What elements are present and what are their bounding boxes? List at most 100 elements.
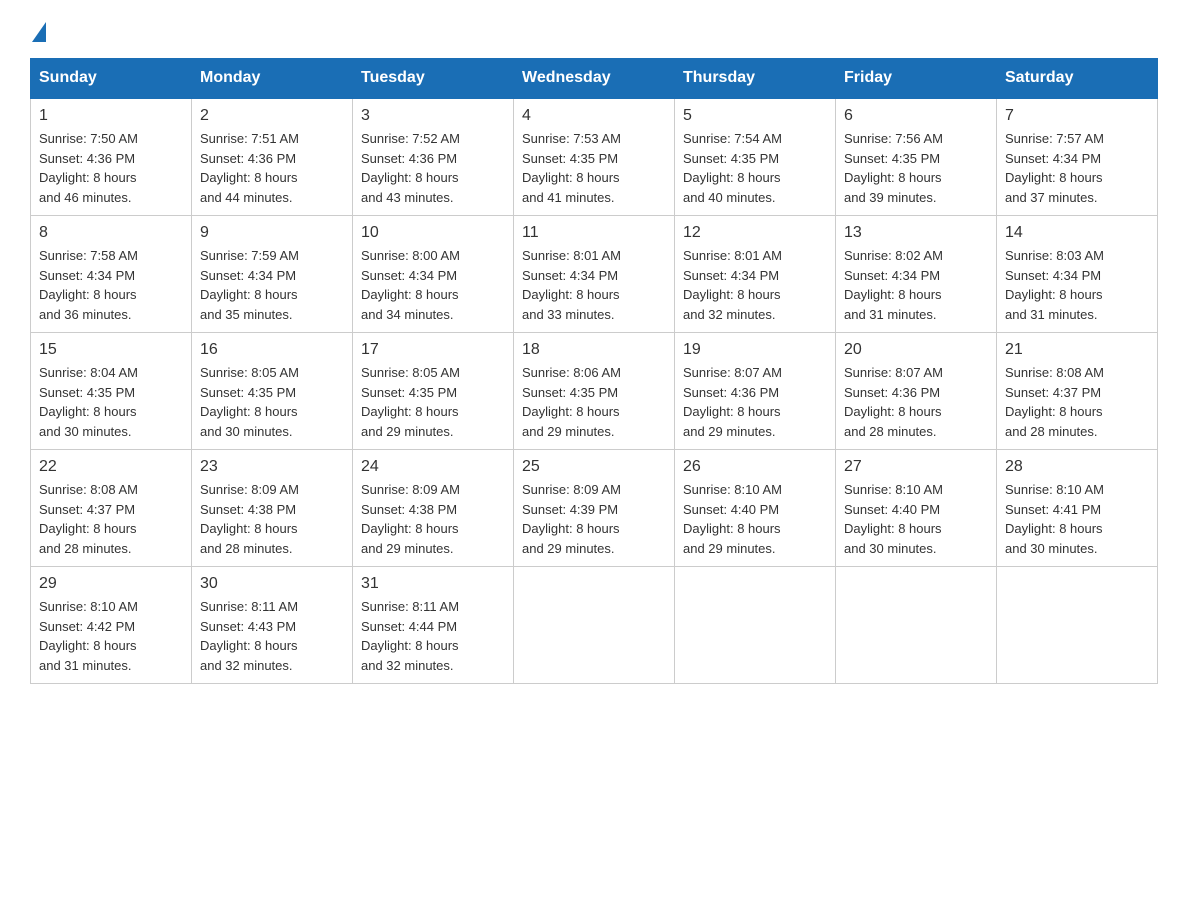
day-number: 18 (522, 341, 666, 359)
calendar-cell: 9 Sunrise: 7:59 AMSunset: 4:34 PMDayligh… (192, 216, 353, 333)
column-header-saturday: Saturday (997, 59, 1158, 99)
day-info: Sunrise: 7:52 AMSunset: 4:36 PMDaylight:… (361, 131, 460, 205)
day-info: Sunrise: 7:56 AMSunset: 4:35 PMDaylight:… (844, 131, 943, 205)
day-info: Sunrise: 7:53 AMSunset: 4:35 PMDaylight:… (522, 131, 621, 205)
day-number: 21 (1005, 341, 1149, 359)
calendar-cell: 1 Sunrise: 7:50 AMSunset: 4:36 PMDayligh… (31, 98, 192, 216)
day-info: Sunrise: 7:57 AMSunset: 4:34 PMDaylight:… (1005, 131, 1104, 205)
calendar-cell: 25 Sunrise: 8:09 AMSunset: 4:39 PMDaylig… (514, 450, 675, 567)
day-number: 27 (844, 458, 988, 476)
calendar-cell: 12 Sunrise: 8:01 AMSunset: 4:34 PMDaylig… (675, 216, 836, 333)
day-number: 31 (361, 575, 505, 593)
day-number: 29 (39, 575, 183, 593)
day-number: 4 (522, 107, 666, 125)
calendar-cell: 18 Sunrise: 8:06 AMSunset: 4:35 PMDaylig… (514, 333, 675, 450)
column-header-sunday: Sunday (31, 59, 192, 99)
calendar-cell: 22 Sunrise: 8:08 AMSunset: 4:37 PMDaylig… (31, 450, 192, 567)
calendar-cell: 24 Sunrise: 8:09 AMSunset: 4:38 PMDaylig… (353, 450, 514, 567)
day-info: Sunrise: 8:00 AMSunset: 4:34 PMDaylight:… (361, 248, 460, 322)
day-number: 13 (844, 224, 988, 242)
calendar-week-row: 29 Sunrise: 8:10 AMSunset: 4:42 PMDaylig… (31, 567, 1158, 684)
calendar-cell: 17 Sunrise: 8:05 AMSunset: 4:35 PMDaylig… (353, 333, 514, 450)
calendar-week-row: 15 Sunrise: 8:04 AMSunset: 4:35 PMDaylig… (31, 333, 1158, 450)
day-info: Sunrise: 8:10 AMSunset: 4:42 PMDaylight:… (39, 599, 138, 673)
logo (30, 20, 46, 38)
day-info: Sunrise: 8:01 AMSunset: 4:34 PMDaylight:… (522, 248, 621, 322)
calendar-cell: 13 Sunrise: 8:02 AMSunset: 4:34 PMDaylig… (836, 216, 997, 333)
day-number: 5 (683, 107, 827, 125)
day-number: 26 (683, 458, 827, 476)
calendar-week-row: 22 Sunrise: 8:08 AMSunset: 4:37 PMDaylig… (31, 450, 1158, 567)
day-info: Sunrise: 8:09 AMSunset: 4:39 PMDaylight:… (522, 482, 621, 556)
day-info: Sunrise: 8:07 AMSunset: 4:36 PMDaylight:… (844, 365, 943, 439)
day-number: 1 (39, 107, 183, 125)
day-info: Sunrise: 8:08 AMSunset: 4:37 PMDaylight:… (39, 482, 138, 556)
calendar-cell (997, 567, 1158, 684)
column-header-wednesday: Wednesday (514, 59, 675, 99)
day-number: 9 (200, 224, 344, 242)
calendar-cell (675, 567, 836, 684)
calendar-cell (836, 567, 997, 684)
calendar-cell: 26 Sunrise: 8:10 AMSunset: 4:40 PMDaylig… (675, 450, 836, 567)
day-info: Sunrise: 8:11 AMSunset: 4:43 PMDaylight:… (200, 599, 298, 673)
calendar-cell: 10 Sunrise: 8:00 AMSunset: 4:34 PMDaylig… (353, 216, 514, 333)
day-number: 3 (361, 107, 505, 125)
day-number: 7 (1005, 107, 1149, 125)
day-info: Sunrise: 8:01 AMSunset: 4:34 PMDaylight:… (683, 248, 782, 322)
day-info: Sunrise: 8:02 AMSunset: 4:34 PMDaylight:… (844, 248, 943, 322)
logo-arrow-icon (32, 22, 46, 42)
day-number: 2 (200, 107, 344, 125)
calendar-cell: 21 Sunrise: 8:08 AMSunset: 4:37 PMDaylig… (997, 333, 1158, 450)
calendar-cell: 15 Sunrise: 8:04 AMSunset: 4:35 PMDaylig… (31, 333, 192, 450)
day-number: 17 (361, 341, 505, 359)
day-info: Sunrise: 7:50 AMSunset: 4:36 PMDaylight:… (39, 131, 138, 205)
day-number: 28 (1005, 458, 1149, 476)
day-number: 8 (39, 224, 183, 242)
day-info: Sunrise: 7:59 AMSunset: 4:34 PMDaylight:… (200, 248, 299, 322)
column-header-tuesday: Tuesday (353, 59, 514, 99)
calendar-cell: 31 Sunrise: 8:11 AMSunset: 4:44 PMDaylig… (353, 567, 514, 684)
calendar-cell: 11 Sunrise: 8:01 AMSunset: 4:34 PMDaylig… (514, 216, 675, 333)
calendar-header-row: SundayMondayTuesdayWednesdayThursdayFrid… (31, 59, 1158, 99)
day-number: 22 (39, 458, 183, 476)
calendar-cell (514, 567, 675, 684)
day-number: 16 (200, 341, 344, 359)
calendar-cell: 30 Sunrise: 8:11 AMSunset: 4:43 PMDaylig… (192, 567, 353, 684)
calendar-cell: 28 Sunrise: 8:10 AMSunset: 4:41 PMDaylig… (997, 450, 1158, 567)
day-info: Sunrise: 8:03 AMSunset: 4:34 PMDaylight:… (1005, 248, 1104, 322)
calendar-cell: 8 Sunrise: 7:58 AMSunset: 4:34 PMDayligh… (31, 216, 192, 333)
day-info: Sunrise: 8:05 AMSunset: 4:35 PMDaylight:… (361, 365, 460, 439)
day-number: 23 (200, 458, 344, 476)
day-info: Sunrise: 8:10 AMSunset: 4:40 PMDaylight:… (844, 482, 943, 556)
calendar-cell: 23 Sunrise: 8:09 AMSunset: 4:38 PMDaylig… (192, 450, 353, 567)
calendar-cell: 5 Sunrise: 7:54 AMSunset: 4:35 PMDayligh… (675, 98, 836, 216)
calendar-week-row: 1 Sunrise: 7:50 AMSunset: 4:36 PMDayligh… (31, 98, 1158, 216)
calendar-cell: 7 Sunrise: 7:57 AMSunset: 4:34 PMDayligh… (997, 98, 1158, 216)
day-number: 19 (683, 341, 827, 359)
day-number: 25 (522, 458, 666, 476)
day-info: Sunrise: 8:09 AMSunset: 4:38 PMDaylight:… (361, 482, 460, 556)
day-info: Sunrise: 8:08 AMSunset: 4:37 PMDaylight:… (1005, 365, 1104, 439)
day-number: 24 (361, 458, 505, 476)
day-info: Sunrise: 8:10 AMSunset: 4:40 PMDaylight:… (683, 482, 782, 556)
column-header-monday: Monday (192, 59, 353, 99)
day-info: Sunrise: 8:11 AMSunset: 4:44 PMDaylight:… (361, 599, 459, 673)
day-number: 14 (1005, 224, 1149, 242)
calendar-cell: 6 Sunrise: 7:56 AMSunset: 4:35 PMDayligh… (836, 98, 997, 216)
calendar-cell: 20 Sunrise: 8:07 AMSunset: 4:36 PMDaylig… (836, 333, 997, 450)
day-number: 12 (683, 224, 827, 242)
page-header (30, 20, 1158, 38)
day-info: Sunrise: 8:10 AMSunset: 4:41 PMDaylight:… (1005, 482, 1104, 556)
calendar-cell: 16 Sunrise: 8:05 AMSunset: 4:35 PMDaylig… (192, 333, 353, 450)
day-info: Sunrise: 8:04 AMSunset: 4:35 PMDaylight:… (39, 365, 138, 439)
day-number: 10 (361, 224, 505, 242)
day-info: Sunrise: 8:09 AMSunset: 4:38 PMDaylight:… (200, 482, 299, 556)
column-header-thursday: Thursday (675, 59, 836, 99)
day-info: Sunrise: 8:07 AMSunset: 4:36 PMDaylight:… (683, 365, 782, 439)
day-number: 11 (522, 224, 666, 242)
day-number: 30 (200, 575, 344, 593)
calendar-cell: 14 Sunrise: 8:03 AMSunset: 4:34 PMDaylig… (997, 216, 1158, 333)
day-info: Sunrise: 7:58 AMSunset: 4:34 PMDaylight:… (39, 248, 138, 322)
column-header-friday: Friday (836, 59, 997, 99)
calendar-week-row: 8 Sunrise: 7:58 AMSunset: 4:34 PMDayligh… (31, 216, 1158, 333)
